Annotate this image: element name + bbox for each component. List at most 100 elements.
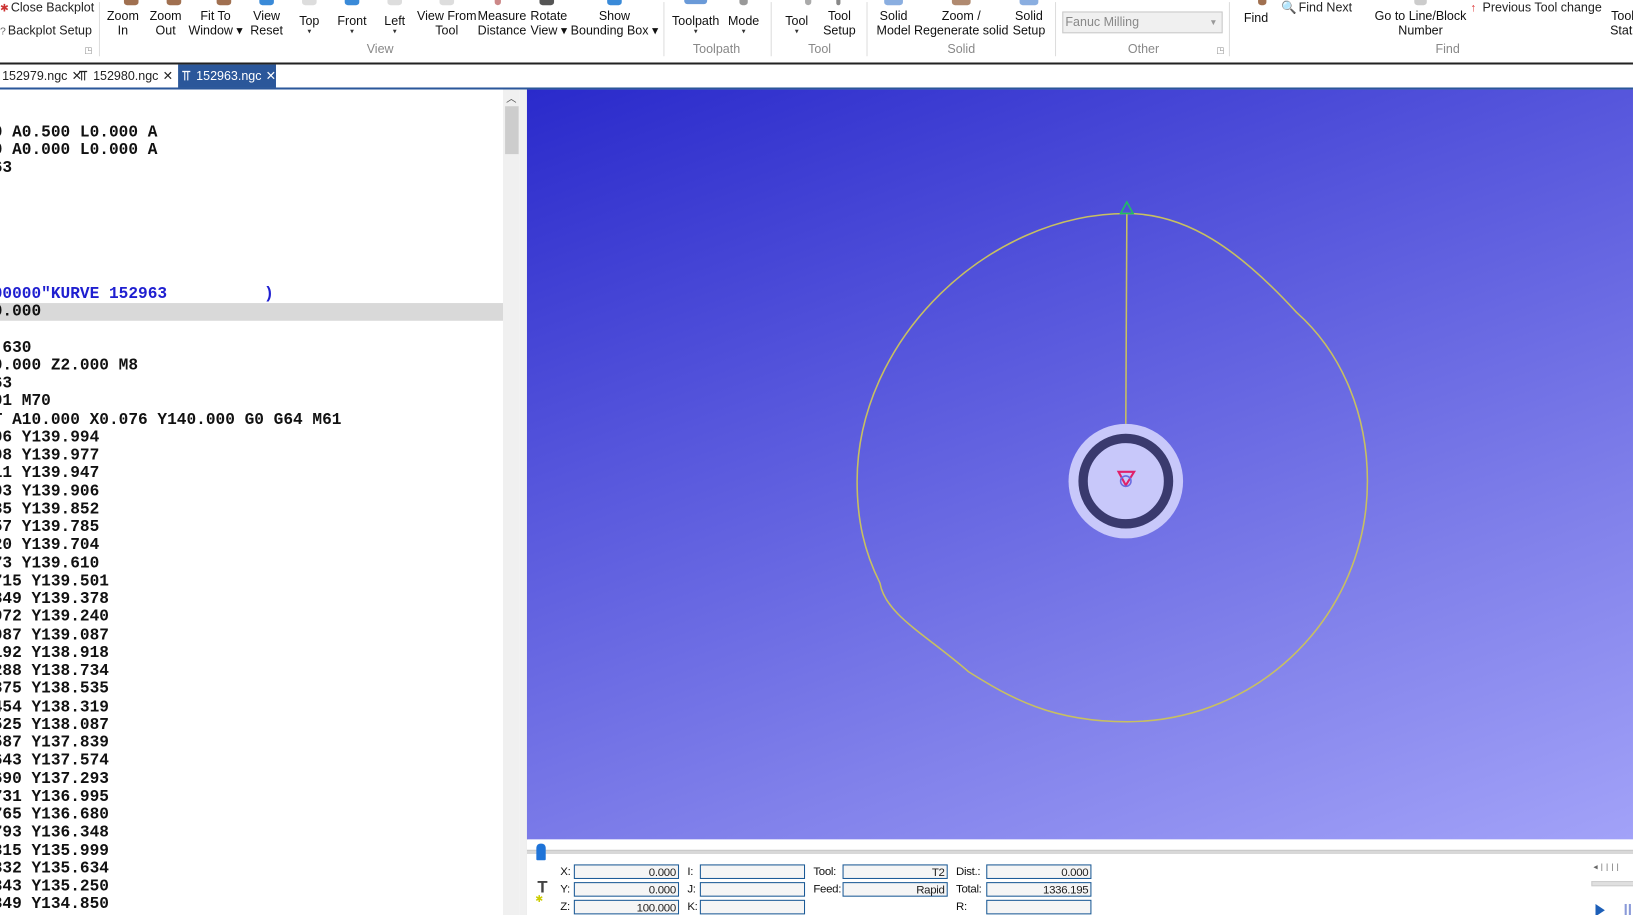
backplot-group-launcher-icon[interactable]: ◳: [84, 46, 92, 55]
tool-icon: [805, 0, 812, 6]
toolpath-group-label: Toolpath: [692, 41, 741, 57]
view-group-label: View: [366, 41, 394, 57]
playback-slider[interactable]: [526, 849, 1633, 854]
feed-field: Rapid: [842, 882, 948, 897]
code-line: 815 Y135.999: [0, 840, 109, 860]
code-line: -630: [0, 337, 32, 357]
status-panel: T ✱ X: 0.000 Y: 0.000 Z: 100.000 I: J: K…: [526, 839, 1633, 915]
total-label: Total:: [956, 883, 982, 896]
speed-slider[interactable]: [1591, 881, 1633, 887]
tool-station-button[interactable]: Tool Stati: [1610, 8, 1633, 37]
code-line: 73 Y139.610: [0, 553, 100, 573]
tab-152963[interactable]: ⫪ 152963.ngc ✕: [178, 64, 276, 88]
find-next-button[interactable]: 🔍 Find Next: [1281, 0, 1352, 15]
tool-button[interactable]: Tool ▾: [785, 14, 808, 37]
find-button[interactable]: Find: [1244, 10, 1268, 25]
scroll-up-icon[interactable]: ︿: [506, 90, 516, 105]
code-comment-line: 00000"KURVE 152963 ): [0, 284, 274, 303]
other-group-launcher-icon[interactable]: ◳: [1216, 46, 1224, 55]
tool-setup-button[interactable]: Tool Setup: [823, 8, 856, 37]
front-view-button[interactable]: Front ▾: [337, 14, 366, 37]
code-line: 349 Y139.378: [0, 589, 109, 609]
solid-setup-button[interactable]: Solid Setup: [1013, 8, 1046, 37]
total-field: 1336.195: [986, 882, 1092, 897]
ribbon: ✱ Close Backplot ? Backplot Setup ◳ Zoom In…: [0, 0, 1633, 65]
measure-distance-button[interactable]: Measure Distance: [478, 8, 527, 37]
code-line: 288 Y138.734: [0, 661, 109, 681]
view-from-tool-button[interactable]: View From Tool: [417, 8, 476, 37]
code-line: 03 Y139.906: [0, 481, 100, 501]
code-line: T A10.000 X0.076 Y140.000 G0 G64 M61: [0, 409, 342, 429]
editor-scrollbar[interactable]: ︿: [503, 89, 520, 915]
other-group-label: Other: [1127, 41, 1160, 57]
group-separator: [1228, 2, 1230, 57]
mode-button[interactable]: Mode ▾: [728, 14, 759, 37]
view-from-tool-icon: [439, 0, 455, 6]
dist-field: 0.000: [986, 864, 1092, 879]
playback-slider-thumb[interactable]: [536, 843, 546, 861]
regenerate-solid-icon: [951, 0, 971, 6]
code-line: 087 Y139.087: [0, 625, 109, 645]
code-editor[interactable]: 0 A0.500 L0.000 A0 A0.000 L0.000 A630000…: [0, 89, 504, 915]
play-icon[interactable]: [1595, 903, 1605, 915]
code-line: 35 Y139.852: [0, 499, 100, 519]
z-label: Z:: [560, 900, 570, 914]
tool-group-label: Tool: [808, 41, 832, 57]
close-backplot-button[interactable]: ✱ Close Backplot: [0, 0, 94, 15]
code-line: 587 Y137.839: [0, 733, 109, 752]
speed-ruler[interactable]: ◂||||: [1593, 862, 1621, 871]
toolpath-button[interactable]: Toolpath ▾: [672, 14, 719, 37]
rotate-view-icon: [539, 0, 555, 6]
r-field: [986, 899, 1092, 915]
k-label: K:: [687, 900, 698, 914]
group-separator: [866, 2, 868, 57]
x-field: 0.000: [573, 864, 680, 879]
left-view-button[interactable]: Left ▾: [384, 14, 405, 37]
tool-icon: ⫪: [79, 67, 87, 84]
code-line: 63: [0, 158, 13, 178]
pause-icon[interactable]: [1624, 903, 1631, 915]
front-view-icon: [344, 0, 360, 6]
chevron-down-icon: ▼: [1209, 17, 1218, 28]
goto-line-button[interactable]: Go to Line/Block Number: [1375, 8, 1467, 37]
rotate-view-button[interactable]: Rotate View ▾: [530, 8, 567, 37]
y-field: 0.000: [573, 882, 680, 897]
machine-type-dropdown[interactable]: Fanuc Milling ▼: [1062, 11, 1223, 34]
view-reset-button[interactable]: View Reset: [250, 8, 283, 37]
x-label: X:: [560, 865, 571, 878]
code-line: 972 Y139.240: [0, 607, 109, 627]
i-label: I:: [687, 865, 694, 878]
mode-icon: [739, 0, 748, 6]
toolpath-icon: [684, 0, 708, 5]
solid-model-button[interactable]: Solid Model: [877, 8, 911, 37]
zoom-in-icon: [123, 0, 139, 6]
view-reset-icon: [259, 0, 274, 6]
top-view-button[interactable]: Top ▾: [299, 14, 319, 37]
code-line: 454 Y138.319: [0, 697, 109, 716]
close-tab-icon[interactable]: ✕: [266, 69, 276, 84]
z-field: 100.000: [573, 899, 680, 915]
bounding-box-icon: [607, 0, 622, 6]
tool-label: Tool:: [813, 865, 837, 878]
code-line: 793 Y136.348: [0, 823, 109, 842]
r-label: R:: [956, 900, 967, 914]
regenerate-solid-button[interactable]: Zoom / Regenerate solid: [914, 8, 1008, 37]
show-bounding-box-button[interactable]: Show Bounding Box ▾: [571, 8, 659, 37]
zoom-out-button[interactable]: Zoom Out: [150, 8, 182, 37]
code-line: 525 Y138.087: [0, 715, 109, 734]
zoom-in-button[interactable]: Zoom In: [107, 8, 139, 37]
group-separator: [1054, 2, 1057, 57]
backplot-viewport[interactable]: [526, 89, 1633, 840]
tab-152979[interactable]: 152979.ngc ✕: [2, 65, 82, 88]
tab-152980[interactable]: ⫪ 152980.ngc ✕: [79, 65, 173, 88]
document-tabs: 152979.ngc ✕ ⫪ 152980.ngc ✕ ⫪ 152963.ngc ✕: [0, 64, 1633, 90]
scrollbar-thumb[interactable]: [505, 106, 519, 155]
previous-tool-change-button[interactable]: ↑ Previous Tool change: [1471, 0, 1602, 15]
code-line: 731 Y136.995: [0, 787, 109, 806]
close-tab-icon[interactable]: ✕: [163, 69, 173, 84]
code-line: 832 Y135.634: [0, 858, 109, 878]
solid-setup-icon: [1019, 0, 1039, 6]
code-line: 849 Y134.850: [0, 894, 109, 914]
fit-to-window-button[interactable]: Fit To Window ▾: [188, 8, 242, 37]
backplot-setup-button[interactable]: ? Backplot Setup: [0, 23, 92, 38]
